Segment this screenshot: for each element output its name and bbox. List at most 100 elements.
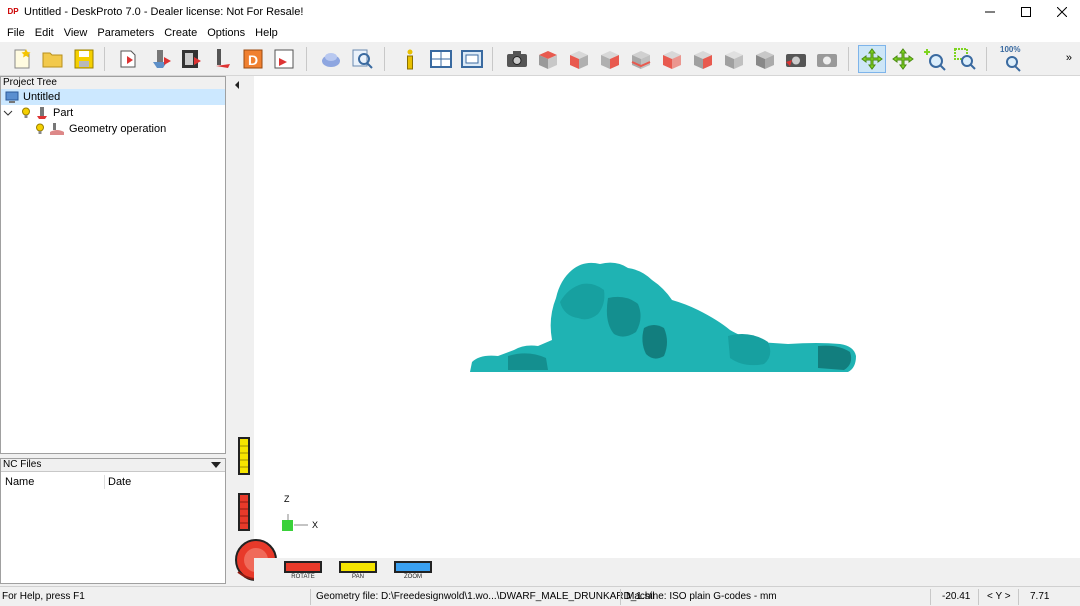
tree-item-part[interactable]: Part: [3, 105, 73, 121]
camera-settings-button[interactable]: [813, 45, 841, 73]
view-iso-button[interactable]: [720, 45, 748, 73]
collapse-arrow-icon[interactable]: [233, 80, 241, 90]
close-button[interactable]: [1044, 0, 1080, 24]
window-view-button[interactable]: [458, 45, 486, 73]
status-coord-left: -20.41: [942, 591, 971, 602]
3d-model[interactable]: [468, 258, 868, 378]
toolbar: D 100% »: [0, 42, 1080, 76]
app-logo: DP: [7, 7, 19, 16]
save-button[interactable]: [70, 45, 98, 73]
visibility-bulb-icon[interactable]: [35, 123, 45, 135]
title-bar: DP Untitled - DeskProto 7.0 - Dealer lic…: [0, 0, 1080, 24]
calculate-button[interactable]: D: [240, 45, 268, 73]
column-date[interactable]: Date: [108, 476, 131, 488]
pan-mode-button[interactable]: [889, 45, 917, 73]
layout-icon: [430, 50, 452, 68]
simulation-icon: [322, 53, 340, 67]
cube-top-icon: [539, 51, 557, 69]
project-tree-panel: Project Tree Untitled Part Geometry oper…: [0, 76, 226, 454]
zoom-window-button[interactable]: [951, 45, 979, 73]
save-nc-icon: [274, 49, 294, 69]
simulation-button[interactable]: [318, 45, 346, 73]
column-name[interactable]: Name: [5, 476, 34, 488]
rotate-mode-button[interactable]: [858, 45, 886, 73]
rotate-slider-icon[interactable]: [284, 561, 322, 573]
maximize-icon: [1021, 7, 1031, 17]
zoom-100-button[interactable]: 100%: [998, 45, 1026, 73]
snapshot-button[interactable]: [503, 45, 531, 73]
tree-item-geometry-operation[interactable]: Geometry operation: [35, 121, 166, 137]
visibility-bulb-icon[interactable]: [21, 107, 31, 119]
pan-arrows-icon: [892, 48, 914, 70]
menu-parameters[interactable]: Parameters: [92, 27, 159, 39]
rotate-arrows-icon: [861, 48, 883, 70]
expand-chevron-icon[interactable]: [3, 108, 13, 118]
window-title: Untitled - DeskProto 7.0 - Dealer licens…: [24, 6, 304, 18]
zoom-slider-icon[interactable]: [394, 561, 432, 573]
zoom-mode-button[interactable]: [920, 45, 948, 73]
nc-files-title: NC Files: [3, 459, 42, 470]
tool-parameters-button[interactable]: [209, 45, 237, 73]
pan-slider-icon[interactable]: [339, 561, 377, 573]
project-computer-icon: [5, 91, 19, 103]
new-button[interactable]: [8, 45, 36, 73]
tool-icon: [216, 49, 230, 68]
status-help: For Help, press F1: [2, 591, 85, 602]
view-bottom-button[interactable]: [689, 45, 717, 73]
dropdown-triangle-icon[interactable]: [211, 461, 221, 469]
preview-button[interactable]: [349, 45, 377, 73]
operation-parameters-button[interactable]: [148, 45, 176, 73]
part-icon: [37, 107, 47, 119]
geometry-operation-icon: [50, 123, 64, 135]
tree-item-label: Geometry operation: [69, 123, 167, 135]
view-left-button[interactable]: [658, 45, 686, 73]
viewport-control-strip: [230, 76, 254, 584]
3d-viewport[interactable]: Z X ROTATE PAN ZOOM: [230, 76, 1080, 584]
menu-bar: File Edit View Parameters Create Options…: [0, 24, 1080, 42]
toolbar-overflow-chevron-icon[interactable]: »: [1066, 52, 1072, 64]
viewport-bottom-controls: ROTATE PAN ZOOM: [254, 558, 1080, 584]
close-icon: [1057, 7, 1067, 17]
info-button[interactable]: [396, 45, 424, 73]
part-parameters-button[interactable]: [116, 45, 144, 73]
rotate-wheel-red-icon[interactable]: [236, 492, 252, 532]
menu-view[interactable]: View: [59, 27, 93, 39]
operation-parameters-icon: [153, 50, 171, 68]
new-file-icon: [14, 49, 31, 69]
camera-settings-icon: [817, 54, 837, 67]
minimize-button[interactable]: [972, 0, 1008, 24]
cube-grey-icon: [756, 51, 774, 69]
bitmap-operation-icon: [182, 50, 201, 68]
layout-button[interactable]: [427, 45, 455, 73]
zoom-label: ZOOM: [404, 574, 422, 580]
status-bar: For Help, press F1 Geometry file: D:\Fre…: [0, 586, 1080, 606]
bitmap-operation-button[interactable]: [178, 45, 206, 73]
view-right-button[interactable]: [596, 45, 624, 73]
maximize-button[interactable]: [1008, 0, 1044, 24]
menu-help[interactable]: Help: [250, 27, 283, 39]
tree-item-project[interactable]: Untitled: [1, 89, 225, 105]
menu-options[interactable]: Options: [202, 27, 250, 39]
view-top-button[interactable]: [534, 45, 562, 73]
pan-wheel-yellow-icon[interactable]: [236, 436, 252, 476]
open-button[interactable]: [39, 45, 67, 73]
menu-file[interactable]: File: [2, 27, 30, 39]
open-folder-icon: [42, 52, 63, 68]
camera-reset-button[interactable]: [782, 45, 810, 73]
menu-edit[interactable]: Edit: [30, 27, 59, 39]
nc-files-panel: NC Files Name Date: [0, 458, 226, 584]
part-parameters-icon: [120, 50, 136, 68]
save-nc-button[interactable]: [271, 45, 299, 73]
minimize-icon: [985, 11, 995, 13]
view-grey-button[interactable]: [751, 45, 779, 73]
view-front-button[interactable]: [565, 45, 593, 73]
cube-left-icon: [663, 51, 681, 69]
cube-iso-icon: [725, 51, 743, 69]
camera-reset-icon: [786, 54, 806, 67]
preview-magnifier-icon: [352, 49, 373, 69]
pan-label: PAN: [352, 574, 364, 580]
zoom-100-icon: 100%: [998, 45, 1026, 73]
nc-files-header[interactable]: NC Files: [1, 459, 225, 472]
menu-create[interactable]: Create: [159, 27, 202, 39]
view-back-button[interactable]: [627, 45, 655, 73]
